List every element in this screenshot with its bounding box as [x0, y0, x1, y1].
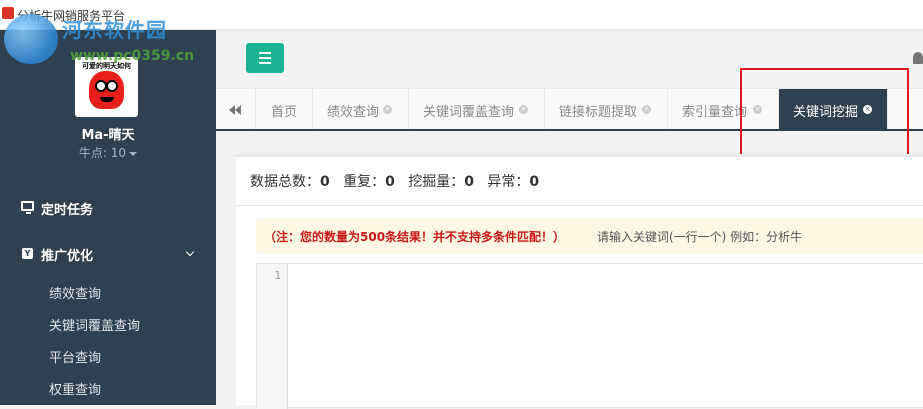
- sidebar-subitem-label: 平台查询: [49, 351, 102, 366]
- highlight-box: [740, 68, 909, 159]
- sidebar-subitem-keyword-coverage[interactable]: 关键词覆盖查询: [0, 309, 216, 337]
- username: Ma-晴天: [81, 128, 135, 143]
- line-number-gutter: 1: [257, 264, 288, 409]
- sidebar-item-label: 定时任务: [41, 203, 94, 218]
- stat-total-value: 0: [320, 174, 330, 190]
- line-number: 1: [274, 269, 281, 282]
- watermark-site-name: 河东软件园: [62, 18, 167, 42]
- watermark-url: www.pc0359.cn: [70, 48, 195, 64]
- tab-label: 首页: [271, 105, 298, 120]
- stat-total-label: 数据总数：: [250, 174, 320, 190]
- stat-duplicate-label: 重复：: [343, 174, 386, 190]
- stat-mined-label: 挖掘量：: [408, 174, 465, 190]
- chevron-down-icon: [185, 247, 195, 257]
- tab-keyword-coverage[interactable]: 关键词覆盖查询 ×: [409, 89, 545, 129]
- notice-hint: 请输入关键词(一行一个) 例如：分析牛: [597, 230, 803, 244]
- sidebar-group-label: 推广优化: [41, 249, 94, 264]
- caret-down-icon: [129, 151, 138, 156]
- tab-home[interactable]: 首页: [257, 89, 313, 129]
- stat-error-value: 0: [529, 174, 540, 190]
- avatar[interactable]: 可爱的明天如何: [75, 57, 138, 117]
- sidebar-subitem-label: 关键词覆盖查询: [49, 319, 141, 334]
- stat-error-label: 异常：: [487, 174, 530, 190]
- y-badge-icon: Y: [22, 248, 33, 259]
- close-icon[interactable]: ×: [519, 105, 528, 114]
- points-dropdown[interactable]: 牛点: 10: [0, 144, 216, 161]
- notice-box: （注：您的数量为500条结果！并不支持多条件匹配！） 请输入关键词(一行一个) …: [256, 219, 923, 253]
- stat-mined-value: 0: [464, 174, 474, 190]
- divider: [236, 205, 923, 206]
- tab-performance[interactable]: 绩效查询 ×: [313, 89, 409, 129]
- sidebar-subitem-label: 权重查询: [49, 383, 102, 398]
- bell-icon[interactable]: [913, 52, 923, 64]
- sidebar-subitem-platform[interactable]: 平台查询: [0, 341, 216, 369]
- tab-label: 索引量查询: [682, 105, 748, 120]
- points-label: 牛点: 10: [78, 146, 127, 160]
- stat-duplicate-value: 0: [385, 174, 395, 190]
- tab-label: 关键词覆盖查询: [423, 105, 515, 120]
- sidebar-group-promotion[interactable]: Y 推广优化: [0, 237, 216, 269]
- monitor-icon: [21, 201, 34, 214]
- menu-toggle-button[interactable]: [246, 43, 284, 73]
- sidebar-item-scheduled-tasks[interactable]: 定时任务: [0, 192, 216, 222]
- monster-icon: [89, 71, 124, 109]
- sidebar-subitem-weight[interactable]: 权重查询: [0, 373, 216, 401]
- close-icon[interactable]: ×: [642, 105, 651, 114]
- keyword-editor[interactable]: 1: [256, 263, 923, 409]
- tab-link-title-extract[interactable]: 链接标题提取 ×: [545, 89, 668, 129]
- watermark-logo-icon: [4, 14, 58, 64]
- sidebar: 可爱的明天如何 Ma-晴天 牛点: 10 定时任务 Y 推广优化 绩效查询 关键…: [0, 30, 216, 405]
- sidebar-subitem-performance[interactable]: 绩效查询: [0, 277, 216, 305]
- sidebar-subitem-label: 绩效查询: [49, 287, 102, 302]
- content-panel: 数据总数：0 重复：0 挖掘量：0 异常：0 （注：您的数量为500条结果！并不…: [236, 154, 923, 409]
- tab-label: 绩效查询: [327, 105, 380, 120]
- tab-scroll-left-button[interactable]: [216, 89, 256, 129]
- notice-warning: （注：您的数量为500条结果！并不支持多条件匹配！）: [264, 230, 566, 244]
- stats-line: 数据总数：0 重复：0 挖掘量：0 异常：0: [250, 171, 539, 191]
- app-logo-icon: [2, 7, 14, 19]
- tab-label: 链接标题提取: [559, 105, 638, 120]
- close-icon[interactable]: ×: [383, 105, 392, 114]
